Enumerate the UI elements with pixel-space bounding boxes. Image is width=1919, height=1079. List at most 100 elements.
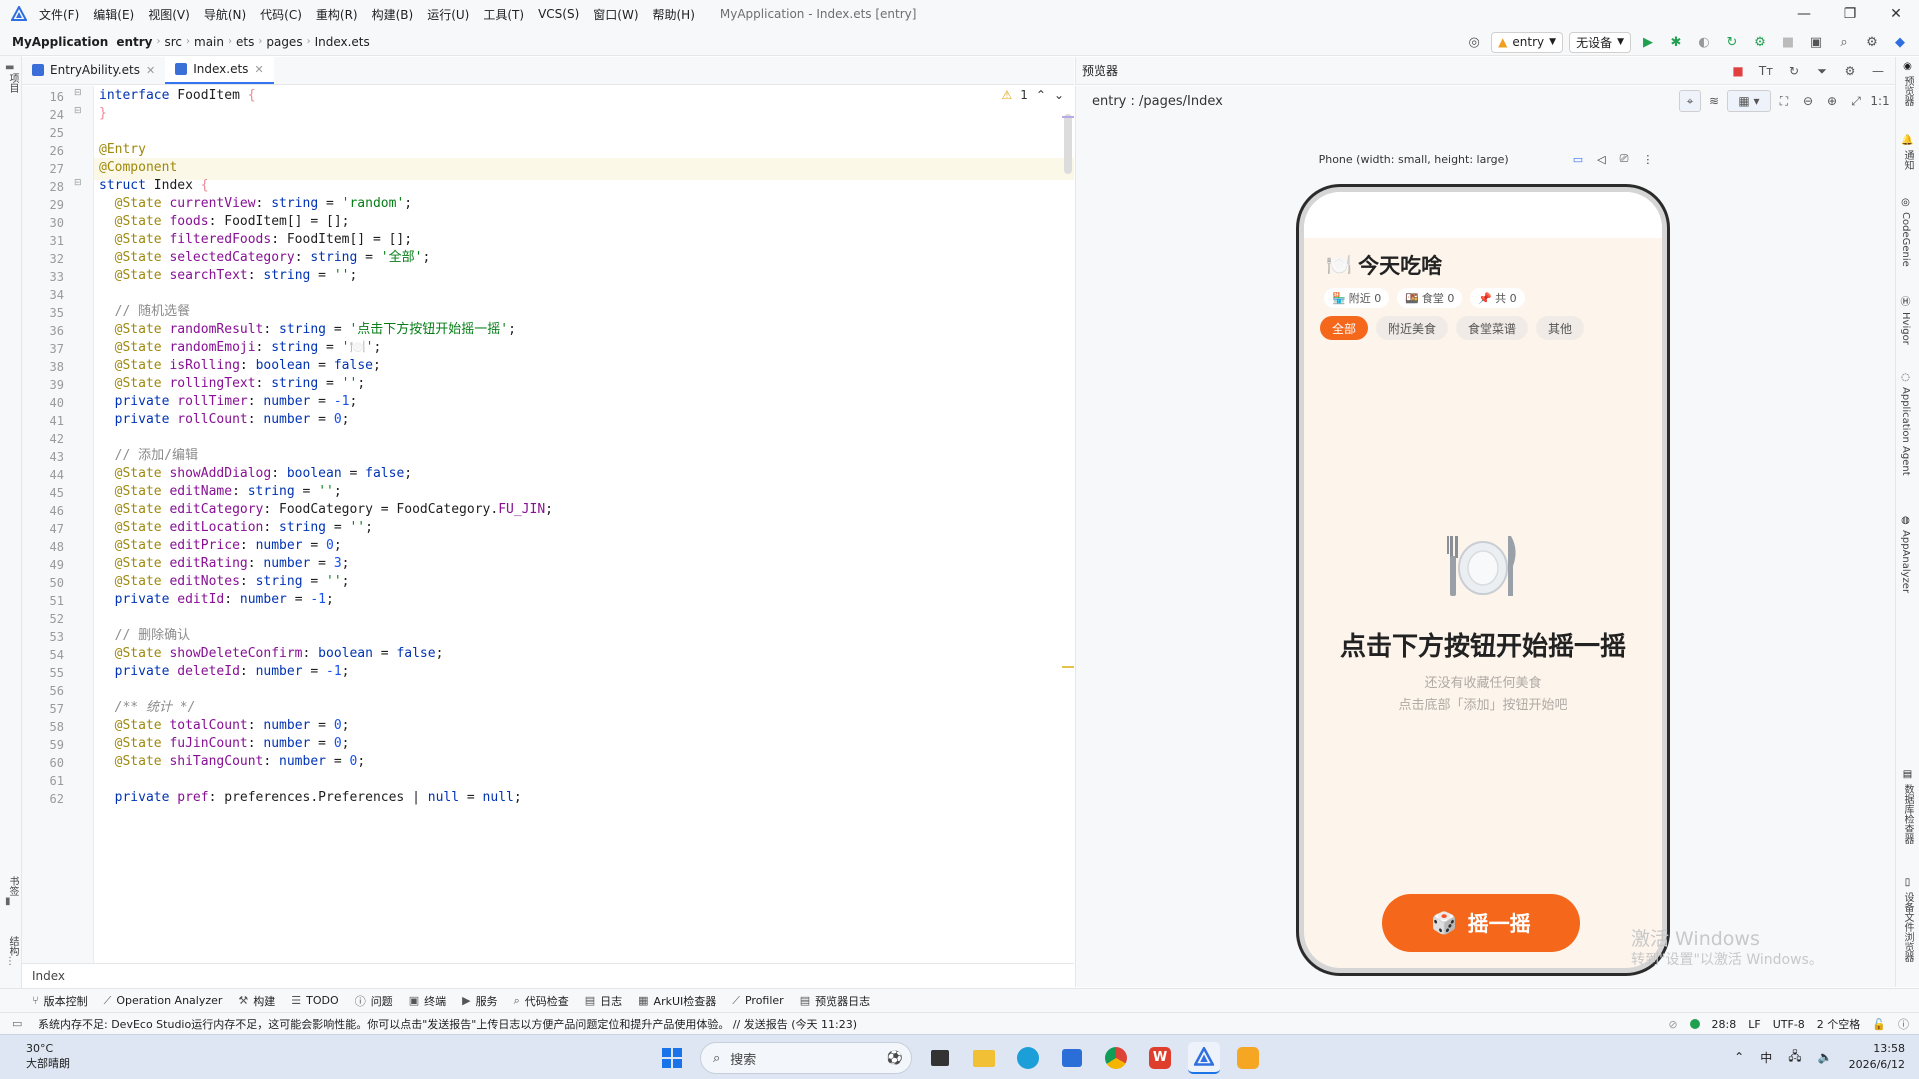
layers-icon[interactable]: ≋	[1703, 90, 1725, 112]
category-all[interactable]: 全部	[1320, 316, 1369, 340]
status-message[interactable]: 系统内存不足: DevEco Studio运行内存不足，这可能会影响性能。你可以…	[38, 1016, 857, 1032]
device-manager-icon[interactable]: ▣	[1805, 31, 1827, 53]
breadcrumb-item[interactable]: Index	[32, 969, 65, 983]
minimize-panel-icon[interactable]: —	[1867, 60, 1889, 82]
tab-device-file-explorer[interactable]: ▯ 设备文件浏览器	[1900, 877, 1915, 962]
crumb-project[interactable]: MyApplication	[0, 35, 112, 49]
deveco-logo-icon[interactable]	[6, 0, 32, 28]
run-icon[interactable]: ▶	[1637, 31, 1659, 53]
clock[interactable]: 13:58 2026/6/12	[1849, 1041, 1905, 1073]
panel-toggle-icon[interactable]: ▭	[12, 1017, 22, 1030]
tool-problems[interactable]: ⓘ 问题	[355, 993, 393, 1009]
tab-entryability[interactable]: EntryAbility.ets ✕	[22, 56, 165, 84]
store-icon[interactable]	[1056, 1042, 1088, 1074]
attach-debugger-icon[interactable]: ⚙	[1749, 31, 1771, 53]
inspector-icon[interactable]: ⌖	[1679, 90, 1701, 112]
menu-build[interactable]: 构建(B)	[365, 6, 421, 23]
logo-icon[interactable]: ◆	[1889, 31, 1911, 53]
tab-database-inspector[interactable]: ▤ 数据库检查器	[1900, 769, 1915, 844]
file-explorer-icon[interactable]	[968, 1042, 1000, 1074]
taskbar-search[interactable]: ⌕ 搜索 ⚽	[700, 1042, 912, 1074]
caret-position[interactable]: 28:8	[1712, 1018, 1737, 1031]
fit-icon[interactable]: ⛶	[1773, 90, 1795, 112]
fold-open-icon[interactable]: ⊟	[74, 178, 82, 188]
tool-arkui-inspector[interactable]: ▦ ArkUI检查器	[638, 993, 716, 1009]
crumb-main[interactable]: main	[190, 35, 228, 49]
crumb-file[interactable]: Index.ets	[311, 35, 374, 49]
profile-icon[interactable]: ◐	[1693, 31, 1715, 53]
refresh-icon[interactable]: ↻	[1783, 60, 1805, 82]
module-select[interactable]: ▲ entry ▼	[1491, 31, 1564, 53]
rotate-icon[interactable]: ⎚	[1620, 152, 1629, 166]
menu-window[interactable]: 窗口(W)	[586, 6, 645, 23]
tab-notifications[interactable]: 🔔 通知	[1900, 135, 1915, 170]
tool-profiler[interactable]: ⟋ Profiler	[732, 994, 783, 1008]
tool-code-inspection[interactable]: ⌕ 代码检查	[514, 993, 569, 1009]
tab-appanalyzer[interactable]: ◍ AppAnalyzer	[1900, 515, 1911, 593]
task-view-icon[interactable]	[924, 1042, 956, 1074]
filter-icon[interactable]: ⏷	[1811, 60, 1833, 82]
menu-code[interactable]: 代码(C)	[253, 6, 309, 23]
tool-services[interactable]: ▶ 服务	[462, 993, 497, 1009]
apply-changes-icon[interactable]: ↻	[1721, 31, 1743, 53]
multi-device-icon[interactable]: ▭	[1573, 153, 1583, 166]
bookmarks-tab[interactable]: 书签 ▮	[5, 876, 20, 907]
orange-app-icon[interactable]	[1232, 1042, 1264, 1074]
crumb-pages[interactable]: pages	[262, 35, 306, 49]
notification-icon[interactable]: ⓘ	[1898, 1016, 1909, 1032]
font-size-icon[interactable]: Tт	[1755, 60, 1777, 82]
menu-tools[interactable]: 工具(T)	[476, 6, 531, 23]
menu-view[interactable]: 视图(V)	[141, 6, 197, 23]
tool-operation-analyzer[interactable]: ⟋ Operation Analyzer	[104, 994, 223, 1008]
close-button[interactable]: ✕	[1873, 0, 1919, 28]
file-encoding[interactable]: UTF-8	[1773, 1018, 1805, 1031]
weather-widget[interactable]: 30°C 大部晴朗	[26, 1041, 70, 1071]
tool-previewer-log[interactable]: ▤ 预览器日志	[800, 993, 870, 1009]
close-icon[interactable]: ✕	[146, 64, 155, 77]
minimize-button[interactable]: —	[1781, 0, 1827, 28]
editor-scrollbar[interactable]	[1064, 114, 1072, 174]
close-icon[interactable]: ✕	[254, 63, 263, 76]
tool-version-control[interactable]: ⑂ 版本控制	[32, 993, 88, 1009]
settings-icon[interactable]: ⚙	[1839, 60, 1861, 82]
fullscreen-icon[interactable]: ⤢	[1845, 90, 1867, 112]
tab-index[interactable]: Index.ets ✕	[165, 56, 274, 84]
settings-icon[interactable]: ⚙	[1861, 31, 1883, 53]
menu-file[interactable]: 文件(F)	[32, 6, 86, 23]
tab-codegenie[interactable]: ◎ CodeGenie	[1900, 197, 1911, 267]
wps-icon[interactable]: W	[1144, 1042, 1176, 1074]
lock-icon[interactable]: 🔓	[1872, 1018, 1886, 1031]
tool-build[interactable]: ⚒ 构建	[238, 993, 275, 1009]
structure-tab[interactable]: 结构 ⋮	[5, 936, 20, 967]
menu-navigate[interactable]: 导航(N)	[197, 6, 253, 23]
chevron-down-icon[interactable]: ⌄	[1054, 88, 1064, 102]
back-icon[interactable]: ◁	[1597, 153, 1605, 166]
tab-application-agent[interactable]: ◌ Application Agent	[1900, 372, 1911, 476]
tool-terminal[interactable]: ▣ 终端	[409, 993, 446, 1009]
actual-size-icon[interactable]: 1:1	[1869, 90, 1891, 112]
chrome-icon[interactable]	[1100, 1042, 1132, 1074]
chevron-up-icon[interactable]: ⌃	[1734, 1050, 1744, 1064]
line-separator[interactable]: LF	[1748, 1018, 1760, 1031]
volume-icon[interactable]: 🔈	[1818, 1050, 1833, 1064]
code-editor[interactable]: 16 24 25 26 27 28 29 30 31 32 33 34 35 3…	[22, 86, 1074, 963]
device-select[interactable]: 无设备 ▼	[1569, 31, 1631, 53]
crumb-ets[interactable]: ets	[232, 35, 258, 49]
shake-button[interactable]: 🎲 摇一摇	[1382, 894, 1580, 952]
stop-icon[interactable]: ■	[1777, 31, 1799, 53]
tab-hvigor[interactable]: Ⓗ Hvigor	[1900, 293, 1911, 345]
crumb-module[interactable]: entry	[112, 35, 156, 49]
maximize-button[interactable]: ❐	[1827, 0, 1873, 28]
menu-vcs[interactable]: VCS(S)	[531, 7, 586, 21]
debug-icon[interactable]: ✱	[1665, 31, 1687, 53]
tool-log[interactable]: ▤ 日志	[585, 993, 622, 1009]
stop-preview-icon[interactable]: ■	[1727, 60, 1749, 82]
chevron-up-icon[interactable]: ⌃	[1036, 88, 1046, 102]
fold-close-icon[interactable]: ⊟	[74, 106, 82, 116]
more-icon[interactable]: ⋮	[1642, 153, 1653, 166]
no-problems-icon[interactable]: ⊘	[1668, 1018, 1677, 1031]
grid-icon[interactable]: ▦ ▾	[1727, 90, 1771, 112]
menu-help[interactable]: 帮助(H)	[646, 6, 702, 23]
tab-previewer[interactable]: ◉ 预览器	[1900, 61, 1915, 106]
indent-setting[interactable]: 2 个空格	[1817, 1016, 1861, 1032]
